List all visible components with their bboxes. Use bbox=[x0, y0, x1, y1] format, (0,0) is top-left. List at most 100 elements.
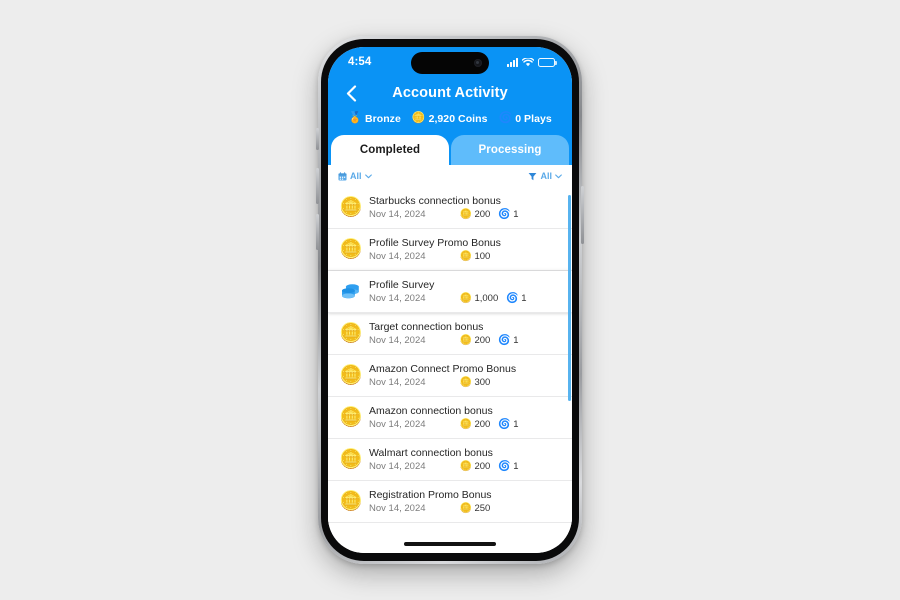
activity-tabs: Completed Processing bbox=[328, 133, 572, 165]
stat-coins: 🪙 2,920 Coins bbox=[412, 113, 488, 125]
reward-plays-value: 1 bbox=[521, 293, 527, 305]
activity-row-body: Starbucks connection bonus Nov 14, 2024 🪙 2… bbox=[369, 195, 560, 220]
coin-icon: 🪙 bbox=[459, 418, 472, 430]
tab-completed[interactable]: Completed bbox=[331, 135, 449, 165]
activity-row-body: Profile Survey Promo Bonus Nov 14, 2024 🪙 1… bbox=[369, 237, 560, 262]
coin-pile-icon: 🪙 bbox=[339, 365, 363, 386]
chevron-down-icon bbox=[555, 173, 562, 178]
coin-pile-icon: 🪙 bbox=[339, 491, 363, 512]
tab-processing[interactable]: Processing bbox=[451, 135, 569, 165]
activity-subrow: Nov 14, 2024 🪙 100 bbox=[369, 251, 560, 262]
reward-coins: 🪙 200 bbox=[460, 335, 491, 346]
activity-row[interactable]: Profile Survey Nov 14, 2024 🪙 1,000 🌀 1 bbox=[328, 271, 572, 313]
reward-coins-value: 100 bbox=[474, 251, 491, 263]
database-stack-icon bbox=[338, 279, 364, 305]
play-token-icon: 🌀 bbox=[498, 208, 511, 220]
stat-plays: 🌀 0 Plays bbox=[498, 113, 551, 125]
stat-plays-label: 0 Plays bbox=[515, 112, 552, 125]
activity-title: Profile Survey Promo Bonus bbox=[369, 236, 501, 249]
activity-date: Nov 14, 2024 bbox=[369, 419, 426, 431]
activity-date: Nov 14, 2024 bbox=[369, 461, 426, 473]
activity-row[interactable]: 🪙 Amazon connection bonus Nov 14, 2024 🪙 200… bbox=[328, 397, 572, 439]
activity-row-body: Amazon Connect Promo Bonus Nov 14, 2024 🪙 3… bbox=[369, 363, 560, 388]
activity-rewards: 🪙 300 bbox=[460, 377, 491, 388]
activity-row[interactable]: 🪙 Registration Promo Bonus Nov 14, 2024 🪙 25… bbox=[328, 481, 572, 523]
home-indicator[interactable] bbox=[404, 542, 496, 546]
plays-token-icon: 🌀 bbox=[498, 112, 513, 124]
activity-subrow: Nov 14, 2024 🪙 250 bbox=[369, 503, 560, 514]
volume-up-button[interactable] bbox=[316, 168, 319, 204]
date-filter[interactable]: All bbox=[338, 171, 372, 181]
activity-date: Nov 14, 2024 bbox=[369, 335, 426, 347]
back-button[interactable] bbox=[340, 82, 362, 104]
reward-plays-value: 1 bbox=[513, 419, 519, 431]
phone-screen: 4:54 Account Activity 🏅 Bronze 🪙 2,920 C… bbox=[328, 47, 572, 553]
activity-row[interactable]: 🪙 Profile Survey Promo Bonus Nov 14, 2024 🪙… bbox=[328, 229, 572, 271]
activity-subrow: Nov 14, 2024 🪙 300 bbox=[369, 377, 560, 388]
silent-switch[interactable] bbox=[316, 128, 319, 150]
activity-row[interactable]: 🪙 Amazon Connect Promo Bonus Nov 14, 2024 🪙… bbox=[328, 355, 572, 397]
reward-coins-value: 250 bbox=[474, 503, 491, 515]
power-button[interactable] bbox=[581, 186, 584, 244]
coin-icon: 🪙 bbox=[459, 208, 472, 220]
app-header: Account Activity 🏅 Bronze 🪙 2,920 Coins … bbox=[328, 77, 572, 133]
type-filter[interactable]: All bbox=[528, 171, 562, 181]
activity-subrow: Nov 14, 2024 🪙 200 🌀 1 bbox=[369, 419, 560, 430]
status-bar: 4:54 bbox=[328, 47, 572, 77]
calendar-icon bbox=[338, 171, 347, 181]
reward-coins-value: 200 bbox=[474, 461, 491, 473]
coin-pile-icon: 🪙 bbox=[339, 323, 363, 344]
activity-list[interactable]: 🪙 Starbucks connection bonus Nov 14, 2024 🪙… bbox=[328, 187, 572, 535]
activity-title: Amazon connection bonus bbox=[369, 404, 493, 417]
stat-tier-label: Bronze bbox=[364, 112, 401, 125]
list-scrollbar[interactable] bbox=[568, 195, 571, 401]
home-indicator-area bbox=[328, 535, 572, 553]
coin-icon: 🪙 bbox=[459, 460, 472, 472]
coin-pile-icon: 🪙 bbox=[339, 197, 363, 218]
activity-title: Registration Promo Bonus bbox=[369, 488, 492, 501]
activity-date: Nov 14, 2024 bbox=[369, 293, 426, 305]
front-camera-icon bbox=[474, 59, 482, 67]
phone-bezel: 4:54 Account Activity 🏅 Bronze 🪙 2,920 C… bbox=[321, 39, 579, 561]
activity-rewards: 🪙 200 🌀 1 bbox=[460, 419, 519, 430]
page-title: Account Activity bbox=[392, 85, 508, 101]
activity-rewards: 🪙 100 bbox=[460, 251, 491, 262]
activity-row[interactable]: 🪙 Target connection bonus Nov 14, 2024 🪙 200… bbox=[328, 313, 572, 355]
navigation-bar: Account Activity bbox=[328, 79, 572, 107]
database-stack-icon bbox=[342, 283, 359, 298]
activity-title: Walmart connection bonus bbox=[369, 446, 493, 459]
activity-row-body: Profile Survey Nov 14, 2024 🪙 1,000 🌀 1 bbox=[369, 279, 560, 304]
activity-row-body: Target connection bonus Nov 14, 2024 🪙 200 🌀… bbox=[369, 321, 560, 346]
volume-down-button[interactable] bbox=[316, 214, 319, 250]
date-filter-label: All bbox=[350, 171, 362, 181]
coin-icon: 🪙 bbox=[459, 292, 472, 304]
activity-row-body: Registration Promo Bonus Nov 14, 2024 🪙 250 bbox=[369, 489, 560, 514]
reward-plays: 🌀 1 bbox=[506, 293, 526, 304]
coin-icon: 🪙 bbox=[459, 334, 472, 346]
activity-subrow: Nov 14, 2024 🪙 200 🌀 1 bbox=[369, 335, 560, 346]
coin-icon: 🪙 bbox=[459, 376, 472, 388]
account-stats-row: 🏅 Bronze 🪙 2,920 Coins 🌀 0 Plays bbox=[328, 107, 572, 133]
reward-plays-value: 1 bbox=[513, 209, 519, 221]
chevron-down-icon bbox=[364, 173, 372, 178]
play-token-icon: 🌀 bbox=[498, 418, 511, 430]
battery-icon bbox=[538, 57, 557, 67]
play-token-icon: 🌀 bbox=[498, 460, 511, 472]
dynamic-island bbox=[411, 52, 489, 74]
page-background: 4:54 Account Activity 🏅 Bronze 🪙 2,920 C… bbox=[0, 0, 900, 600]
reward-coins: 🪙 250 bbox=[460, 503, 491, 514]
status-bar-time: 4:54 bbox=[348, 56, 372, 68]
type-filter-label: All bbox=[540, 171, 552, 181]
reward-coins-value: 1,000 bbox=[474, 293, 499, 305]
reward-plays: 🌀 1 bbox=[498, 335, 518, 346]
reward-coins: 🪙 200 bbox=[460, 419, 491, 430]
reward-coins-value: 200 bbox=[474, 419, 491, 431]
activity-title: Profile Survey bbox=[369, 278, 435, 291]
activity-row[interactable]: 🪙 Walmart connection bonus Nov 14, 2024 🪙 20… bbox=[328, 439, 572, 481]
stat-tier: 🏅 Bronze bbox=[348, 113, 401, 125]
activity-rewards: 🪙 200 🌀 1 bbox=[460, 335, 519, 346]
stat-coins-label: 2,920 Coins bbox=[428, 112, 488, 125]
status-bar-indicators bbox=[507, 57, 557, 67]
activity-row[interactable]: 🪙 Starbucks connection bonus Nov 14, 2024 🪙… bbox=[328, 187, 572, 229]
reward-coins: 🪙 100 bbox=[460, 251, 491, 262]
